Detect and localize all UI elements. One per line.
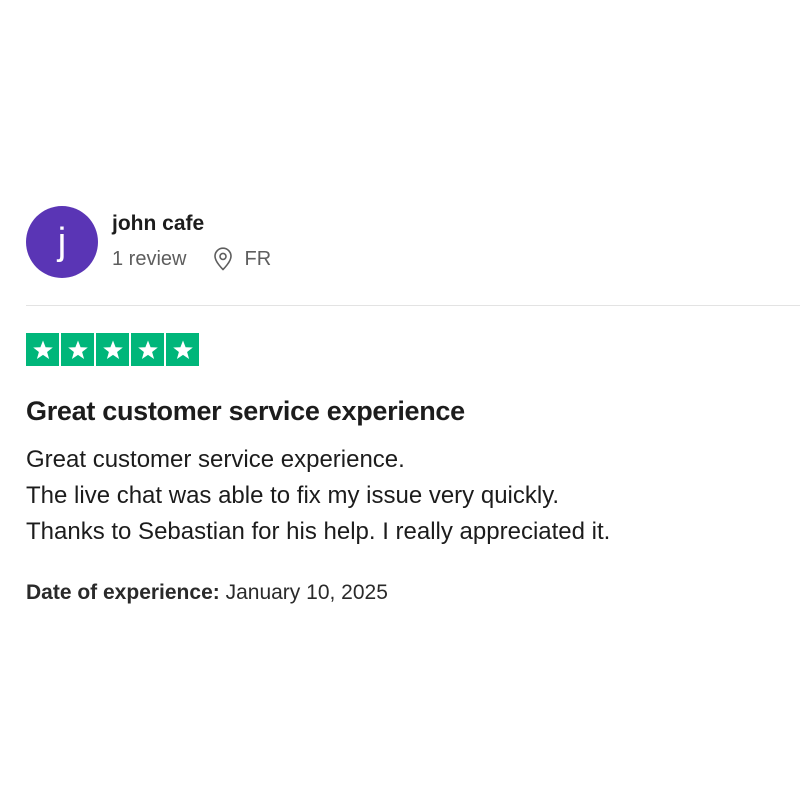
experience-date-label: Date of experience: [26, 581, 220, 604]
reviewer-name[interactable]: john cafe [112, 210, 271, 238]
star-rating [26, 333, 201, 366]
review-card: j john cafe 1 review FR Great customer s… [0, 0, 800, 800]
star-icon [61, 333, 94, 366]
star-icon [26, 333, 59, 366]
review-body-line: Great customer service experience. [26, 446, 405, 473]
review-body-line: The live chat was able to fix my issue v… [26, 482, 560, 509]
reviewer-header: j john cafe 1 review FR [26, 206, 271, 278]
review-body: Great customer service experience. The li… [26, 442, 610, 550]
avatar-initial: j [57, 220, 67, 263]
experience-date-value: January 10, 2025 [225, 581, 388, 604]
star-icon [96, 333, 129, 366]
reviewer-meta: 1 review FR [112, 246, 271, 272]
star-icon [166, 333, 199, 366]
avatar[interactable]: j [26, 206, 98, 278]
experience-date: Date of experience: January 10, 2025 [26, 578, 388, 608]
review-title: Great customer service experience [26, 396, 465, 426]
review-count: 1 review [112, 248, 187, 270]
review-body-line: Thanks to Sebastian for his help. I real… [26, 518, 611, 545]
divider [26, 305, 800, 306]
location-pin-icon [212, 247, 234, 271]
reviewer-info: john cafe 1 review FR [112, 206, 271, 272]
reviewer-country: FR [244, 248, 272, 270]
star-icon [131, 333, 164, 366]
